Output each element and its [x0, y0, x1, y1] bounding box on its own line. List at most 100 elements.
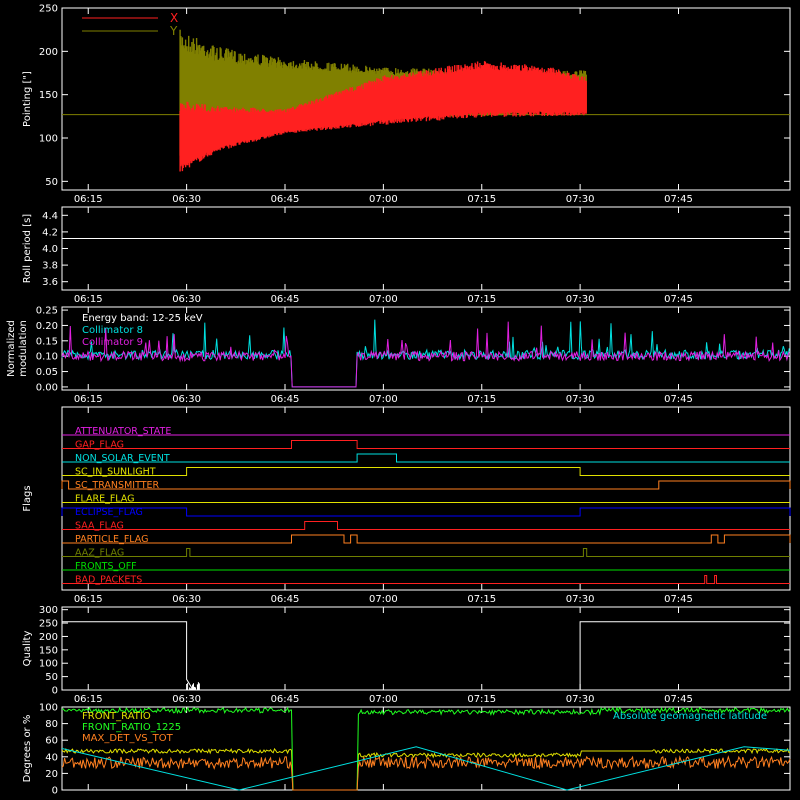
pointing-ytick-label-2: 150 — [39, 90, 58, 101]
pointing-xtick-label-3: 07:00 — [369, 194, 398, 205]
modulation-ytick-label-3: 0.15 — [36, 336, 58, 347]
roll-xtick-label-2: 06:45 — [271, 294, 300, 305]
ratios-ytick-label-2: 40 — [45, 752, 58, 763]
flag-line-sc-transmitter — [61, 480, 791, 490]
flag-label-saa-flag: SAA_FLAG — [75, 521, 124, 532]
pointing-ytick-label-1: 100 — [39, 134, 58, 145]
flag-line-non-solar-event — [62, 453, 790, 463]
chart-canvas: Pointing ["] 06:15 06:30 06:45 07:00 07:15 07:… — [6, 4, 791, 797]
quality-ytick-label-2: 100 — [39, 659, 58, 670]
flag-label-gap-flag: GAP_FLAG — [75, 440, 124, 451]
pointing-legend-label-0: X — [170, 11, 178, 25]
ratios-legend-label-0: FRONT_RATIO — [82, 711, 151, 722]
modulation-xtick-label-6: 07:45 — [664, 394, 693, 405]
modulation-annotation-1: Collimator 8 — [82, 325, 143, 336]
modulation-xtick-label-1: 06:30 — [172, 394, 201, 405]
roll-ytick-label-4: 4.4 — [42, 211, 58, 222]
ratios-ytick-label-3: 60 — [45, 736, 58, 747]
ratios-legend-label-2: MAX_DET_VS_TOT — [82, 733, 174, 744]
modulation-ytick-label-0: 0.00 — [36, 382, 58, 393]
flags-xtick-label-2: 06:45 — [271, 594, 300, 605]
flag-line-particle-flag — [62, 534, 791, 544]
ratios-ytick-label-0: 0 — [52, 786, 58, 797]
roll-ylabel: Roll period [s] — [22, 214, 33, 283]
quality-xtick-label-4: 07:15 — [467, 694, 496, 705]
flag-label-aaz-flag: AAZ_FLAG — [75, 548, 124, 559]
ratios-ytick-label-4: 80 — [45, 719, 58, 730]
quality-xtick-label-1: 06:30 — [172, 694, 201, 705]
flag-label-particle-flag: PARTICLE_FLAG — [75, 534, 148, 545]
quality-ylabel: Quality — [22, 631, 33, 667]
ratios-series-0 — [61, 747, 791, 791]
modulation-annotation-0: Energy band: 12-25 keV — [82, 313, 203, 324]
pointing-xtick-label-1: 06:30 — [172, 194, 201, 205]
flags-xtick-label-0: 06:15 — [74, 594, 103, 605]
roll-xtick-label-6: 07:45 — [664, 294, 693, 305]
pointing-ylabel: Pointing ["] — [22, 71, 33, 127]
pointing-ytick-label-0: 50 — [45, 177, 58, 188]
modulation-ylabel-line2: modulation — [18, 320, 29, 377]
modulation-xtick-label-3: 07:00 — [369, 394, 398, 405]
quality-xtick-label-3: 07:00 — [369, 694, 398, 705]
modulation-xtick-label-5: 07:30 — [566, 394, 595, 405]
pointing-xtick-label-4: 07:15 — [467, 194, 496, 205]
roll-xtick-label-0: 06:15 — [74, 294, 103, 305]
modulation-ytick-label-1: 0.05 — [36, 367, 58, 378]
modulation-annotation-2: Collimator 9 — [82, 337, 143, 348]
pointing-xtick-label-6: 07:45 — [664, 194, 693, 205]
pointing-legend-label-1: Y — [169, 24, 178, 38]
quality-ytick-label-6: 300 — [39, 605, 58, 616]
modulation-ytick-label-2: 0.10 — [36, 352, 58, 363]
roll-xtick-label-1: 06:30 — [172, 294, 201, 305]
flag-label-sc-transmitter: SC_TRANSMITTER — [75, 480, 160, 491]
quality-xtick-label-0: 06:15 — [74, 694, 103, 705]
pointing-traces — [179, 29, 587, 172]
quality-ytick-label-0: 0 — [52, 686, 58, 697]
flag-label-eclipse-flag: ECLIPSE_FLAG — [75, 507, 143, 518]
roll-ytick-label-0: 3.6 — [42, 277, 58, 288]
ratios-ytick-label-1: 20 — [45, 769, 58, 780]
ratios-ytick-label-5: 100 — [39, 703, 58, 714]
flag-line-bad-packets — [62, 575, 790, 584]
flags-xtick-label-5: 07:30 — [566, 594, 595, 605]
modulation-ytick-label-4: 0.20 — [36, 321, 58, 332]
flag-label-bad-packets: BAD_PACKETS — [75, 575, 142, 586]
flag-label-flare-flag: FLARE_FLAG — [75, 494, 135, 505]
flags-xtick-label-6: 07:45 — [664, 594, 693, 605]
modulation-ylabel-line1: Normalized — [6, 320, 17, 377]
flag-line-saa-flag — [62, 521, 790, 530]
flag-line-sc-in-sunlight — [62, 467, 790, 476]
flag-line-aaz-flag — [62, 548, 790, 557]
roll-frame — [61, 206, 791, 291]
roll-xtick-label-3: 07:00 — [369, 294, 398, 305]
quality-frame — [61, 606, 791, 691]
quality-ytick-label-4: 200 — [39, 632, 58, 643]
pointing-ytick-label-4: 250 — [39, 4, 58, 15]
roll-ytick-label-1: 3.8 — [42, 261, 58, 272]
flag-label-sc-in-sunlight: SC_IN_SUNLIGHT — [75, 467, 156, 478]
ratios-annotation-0: Absolute geomagnetic latitude — [613, 711, 767, 722]
roll-ytick-label-3: 4.2 — [42, 227, 58, 238]
flag-line-gap-flag — [62, 440, 790, 449]
flags-xtick-label-4: 07:15 — [467, 594, 496, 605]
pointing-xtick-label-5: 07:30 — [566, 194, 595, 205]
ratios-legend-label-1: FRONT_RATIO_1225 — [82, 722, 181, 733]
quality-ytick-label-3: 150 — [39, 645, 58, 656]
quality-xtick-label-2: 06:45 — [271, 694, 300, 705]
modulation-xtick-label-4: 07:15 — [467, 394, 496, 405]
quality-xtick-label-6: 07:45 — [664, 694, 693, 705]
quality-xtick-label-5: 07:30 — [566, 694, 595, 705]
modulation-xtick-label-0: 06:15 — [74, 394, 103, 405]
roll-xtick-label-5: 07:30 — [566, 294, 595, 305]
quality-ytick-label-5: 250 — [39, 619, 58, 630]
roll-xtick-label-4: 07:15 — [467, 294, 496, 305]
flag-label-attenuator-state: ATTENUATOR_STATE — [75, 426, 171, 437]
pointing-xtick-label-2: 06:45 — [271, 194, 300, 205]
pointing-ytick-label-3: 200 — [39, 47, 58, 58]
modulation-series-0 — [61, 319, 790, 388]
roll-ytick-label-2: 4.0 — [42, 244, 58, 255]
ratios-ylabel: Degrees or % — [22, 715, 33, 783]
quality-series-line — [62, 621, 790, 691]
flag-label-fronts-off: FRONTS_OFF — [75, 561, 137, 572]
flag-line-eclipse-flag — [61, 507, 791, 517]
